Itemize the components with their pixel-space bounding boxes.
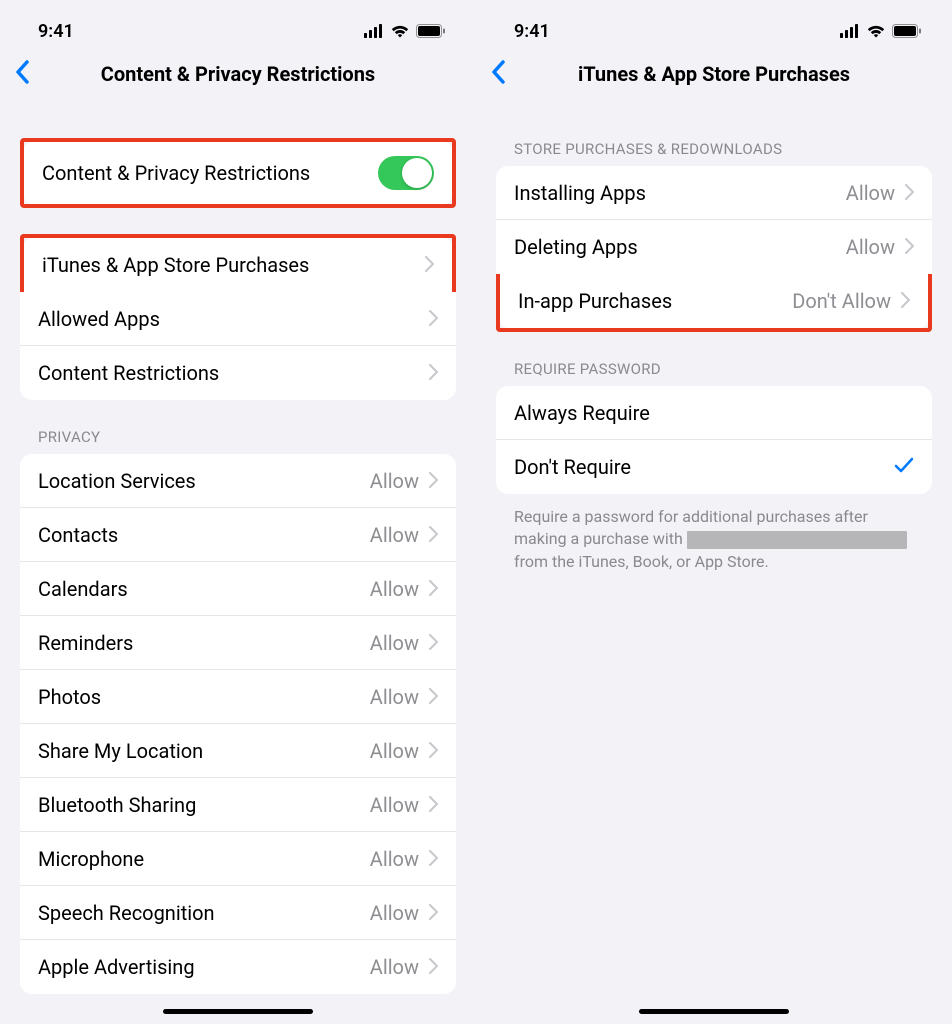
chevron-right-icon xyxy=(429,361,438,385)
highlight-itunes-row: iTunes & App Store Purchases xyxy=(20,234,456,292)
page-title: Content & Privacy Restrictions xyxy=(101,62,375,86)
password-list: Always Require Don't Require xyxy=(496,386,932,494)
redacted-text xyxy=(687,531,907,549)
chevron-right-icon xyxy=(429,901,438,925)
password-section-header: Require Password xyxy=(476,332,952,386)
row-label: Allowed Apps xyxy=(38,307,160,331)
chevron-right-icon xyxy=(429,307,438,331)
dont-require-row[interactable]: Don't Require xyxy=(496,440,932,494)
privacy-row-contacts[interactable]: Contacts Allow xyxy=(20,508,456,562)
privacy-row-share-location[interactable]: Share My Location Allow xyxy=(20,724,456,778)
battery-icon xyxy=(892,24,922,38)
cellular-signal-icon xyxy=(840,24,860,38)
back-button[interactable] xyxy=(490,60,506,88)
chevron-right-icon xyxy=(429,685,438,709)
chevron-right-icon xyxy=(429,739,438,763)
back-button[interactable] xyxy=(14,60,30,88)
chevron-right-icon xyxy=(429,469,438,493)
checkmark-icon xyxy=(894,455,914,479)
home-indicator[interactable] xyxy=(163,1009,313,1014)
privacy-row-microphone[interactable]: Microphone Allow xyxy=(20,832,456,886)
battery-icon xyxy=(416,24,446,38)
content-privacy-toggle-row[interactable]: Content & Privacy Restrictions xyxy=(24,142,452,204)
chevron-right-icon xyxy=(905,235,914,259)
privacy-section-header: Privacy xyxy=(0,400,476,454)
toggle-switch-on[interactable] xyxy=(378,156,434,190)
privacy-row-photos[interactable]: Photos Allow xyxy=(20,670,456,724)
deleting-apps-row[interactable]: Deleting Apps Allow xyxy=(496,220,932,274)
chevron-right-icon xyxy=(429,631,438,655)
highlight-inapp-row: In-app Purchases Don't Allow xyxy=(496,274,932,332)
nav-header: iTunes & App Store Purchases xyxy=(476,50,952,98)
page-title: iTunes & App Store Purchases xyxy=(578,62,850,86)
privacy-list: Location Services Allow Contacts Allow C… xyxy=(20,454,456,994)
installing-apps-row[interactable]: Installing Apps Allow xyxy=(496,166,932,220)
highlight-toggle-row: Content & Privacy Restrictions xyxy=(20,138,456,208)
chevron-right-icon xyxy=(425,253,434,277)
row-label: iTunes & App Store Purchases xyxy=(42,253,309,277)
content-restrictions-row[interactable]: Content Restrictions xyxy=(20,346,456,400)
chevron-right-icon xyxy=(429,955,438,979)
status-bar: 9:41 xyxy=(0,0,476,50)
store-list: Installing Apps Allow Deleting Apps Allo… xyxy=(496,166,932,274)
status-icons xyxy=(364,24,446,38)
status-time: 9:41 xyxy=(514,21,550,42)
nav-header: Content & Privacy Restrictions xyxy=(0,50,476,98)
chevron-right-icon xyxy=(429,577,438,601)
row-label: Content Restrictions xyxy=(38,361,219,385)
privacy-row-bluetooth[interactable]: Bluetooth Sharing Allow xyxy=(20,778,456,832)
footer-text: Require a password for additional purcha… xyxy=(476,494,952,573)
privacy-row-advertising[interactable]: Apple Advertising Allow xyxy=(20,940,456,994)
store-section-header: Store Purchases & Redownloads xyxy=(476,98,952,166)
inapp-purchases-row[interactable]: In-app Purchases Don't Allow xyxy=(500,274,928,328)
privacy-row-reminders[interactable]: Reminders Allow xyxy=(20,616,456,670)
chevron-right-icon xyxy=(905,181,914,205)
chevron-right-icon xyxy=(901,289,910,313)
chevron-right-icon xyxy=(429,523,438,547)
wifi-icon xyxy=(866,24,886,38)
phone-right-screen: 9:41 iTunes & App Store Purchases Store … xyxy=(476,0,952,1024)
chevron-right-icon xyxy=(429,793,438,817)
status-bar: 9:41 xyxy=(476,0,952,50)
privacy-row-location[interactable]: Location Services Allow xyxy=(20,454,456,508)
allowed-apps-row[interactable]: Allowed Apps xyxy=(20,292,456,346)
always-require-row[interactable]: Always Require xyxy=(496,386,932,440)
home-indicator[interactable] xyxy=(639,1009,789,1014)
cellular-signal-icon xyxy=(364,24,384,38)
wifi-icon xyxy=(390,24,410,38)
privacy-row-calendars[interactable]: Calendars Allow xyxy=(20,562,456,616)
itunes-appstore-row[interactable]: iTunes & App Store Purchases xyxy=(24,238,452,292)
status-time: 9:41 xyxy=(38,21,74,42)
toggle-label: Content & Privacy Restrictions xyxy=(42,161,310,185)
status-icons xyxy=(840,24,922,38)
chevron-right-icon xyxy=(429,847,438,871)
privacy-row-speech[interactable]: Speech Recognition Allow xyxy=(20,886,456,940)
phone-left-screen: 9:41 Content & Privacy Restrictions Cont… xyxy=(0,0,476,1024)
